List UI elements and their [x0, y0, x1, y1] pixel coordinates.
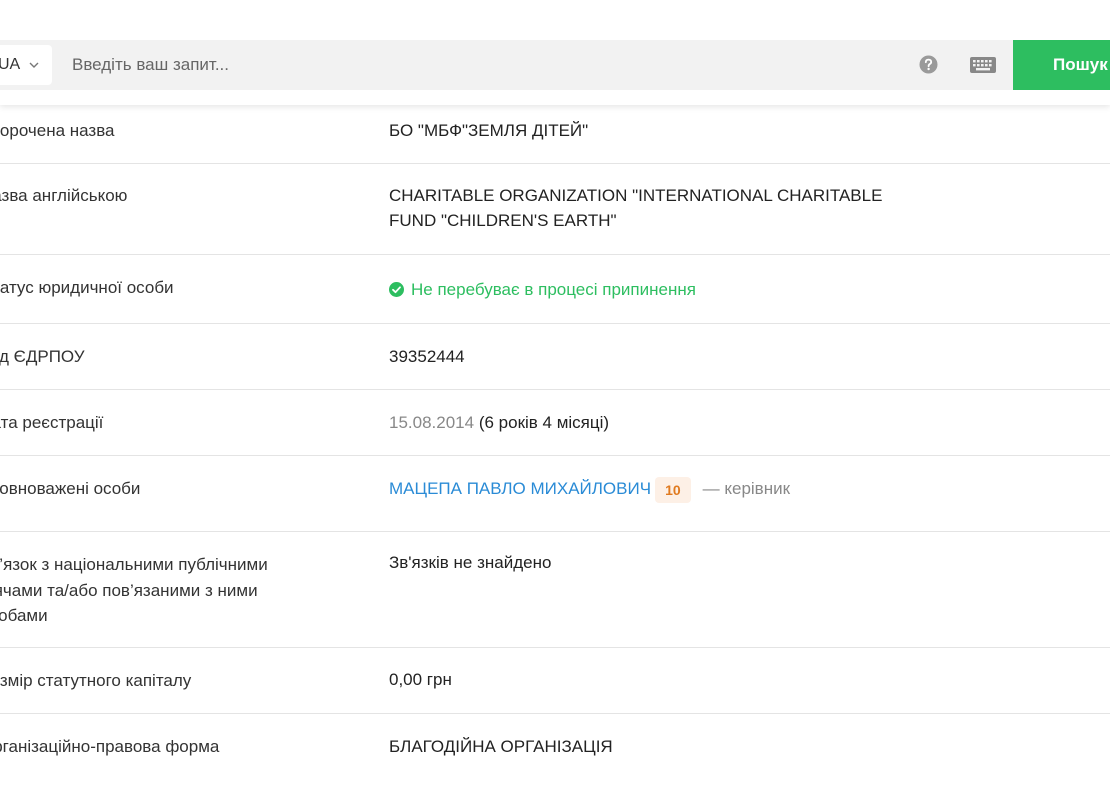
detail-label: Розмір статутного капіталу — [0, 671, 192, 690]
search-bar: UA Пошук — [0, 40, 1110, 90]
detail-row-legal-form: Організаційно-правова форма БЛАГОДІЙНА О… — [0, 714, 1110, 780]
language-label: UA — [0, 56, 21, 73]
detail-row-pep-links: Зв’язок з національними публічними діяча… — [0, 532, 1110, 648]
detail-row-short-name: Скорочена назва БО "МБФ"ЗЕМЛЯ ДІТЕЙ" — [0, 105, 1110, 164]
detail-label: Зв’язок з національними публічними діяча… — [0, 555, 268, 625]
registration-date: 15.08.2014 — [389, 413, 475, 432]
status-badge: Не перебуває в процесі припинення — [389, 277, 949, 302]
detail-label: Скорочена назва — [0, 121, 115, 140]
detail-label: Організаційно-правова форма — [0, 737, 220, 756]
check-circle-icon — [389, 282, 404, 297]
detail-label: Назва англійською — [0, 186, 128, 205]
person-role: — керівник — [702, 479, 791, 498]
detail-row-edrpou: Код ЄДРПОУ 39352444 — [0, 324, 1110, 390]
detail-row-english-name: Назва англійською CHARITABLE ORGANIZATIO… — [0, 164, 1110, 255]
detail-value: 0,00 грн — [389, 670, 452, 689]
detail-label: Дата реєстрації — [0, 413, 104, 432]
person-link[interactable]: МАЦЕПА ПАВЛО МИХАЙЛОВИЧ — [389, 479, 651, 498]
language-select[interactable]: UA — [0, 45, 52, 85]
detail-value: БЛАГОДІЙНА ОРГАНІЗАЦІЯ — [389, 737, 613, 756]
detail-row-legal-status: Статус юридичної особи Не перебуває в пр… — [0, 255, 1110, 324]
top-search-bar: UA Пошук — [0, 0, 1110, 105]
registration-duration: (6 років 4 місяці) — [478, 413, 610, 432]
detail-value: Зв'язків не знайдено — [389, 553, 552, 572]
search-button[interactable]: Пошук — [1013, 40, 1110, 90]
detail-label: Уповноважені особи — [0, 479, 141, 498]
detail-value: CHARITABLE ORGANIZATION "INTERNATIONAL C… — [389, 186, 883, 230]
search-input[interactable] — [56, 45, 876, 85]
chevron-down-icon — [29, 62, 39, 68]
status-text: Не перебуває в процесі припинення — [411, 280, 696, 299]
detail-value: МАЦЕПА ПАВЛО МИХАЙЛОВИЧ 10 — керівник — [389, 476, 949, 503]
detail-value: 15.08.2014 (6 років 4 місяці) — [389, 410, 949, 435]
help-circle-icon[interactable] — [918, 54, 939, 75]
person-count-badge: 10 — [655, 476, 691, 503]
detail-value: 39352444 — [389, 347, 465, 366]
detail-value: БО "МБФ"ЗЕМЛЯ ДІТЕЙ" — [389, 121, 589, 140]
detail-row-authorized-persons: Уповноважені особи МАЦЕПА ПАВЛО МИХАЙЛОВ… — [0, 456, 1110, 532]
detail-row-registration-date: Дата реєстрації 15.08.2014 (6 років 4 мі… — [0, 390, 1110, 456]
keyboard-icon[interactable] — [969, 55, 997, 75]
company-details: Скорочена назва БО "МБФ"ЗЕМЛЯ ДІТЕЙ" Наз… — [0, 105, 1110, 780]
detail-row-capital: Розмір статутного капіталу 0,00 грн — [0, 648, 1110, 714]
detail-label: Статус юридичної особи — [0, 278, 174, 297]
detail-label: Код ЄДРПОУ — [0, 347, 85, 366]
